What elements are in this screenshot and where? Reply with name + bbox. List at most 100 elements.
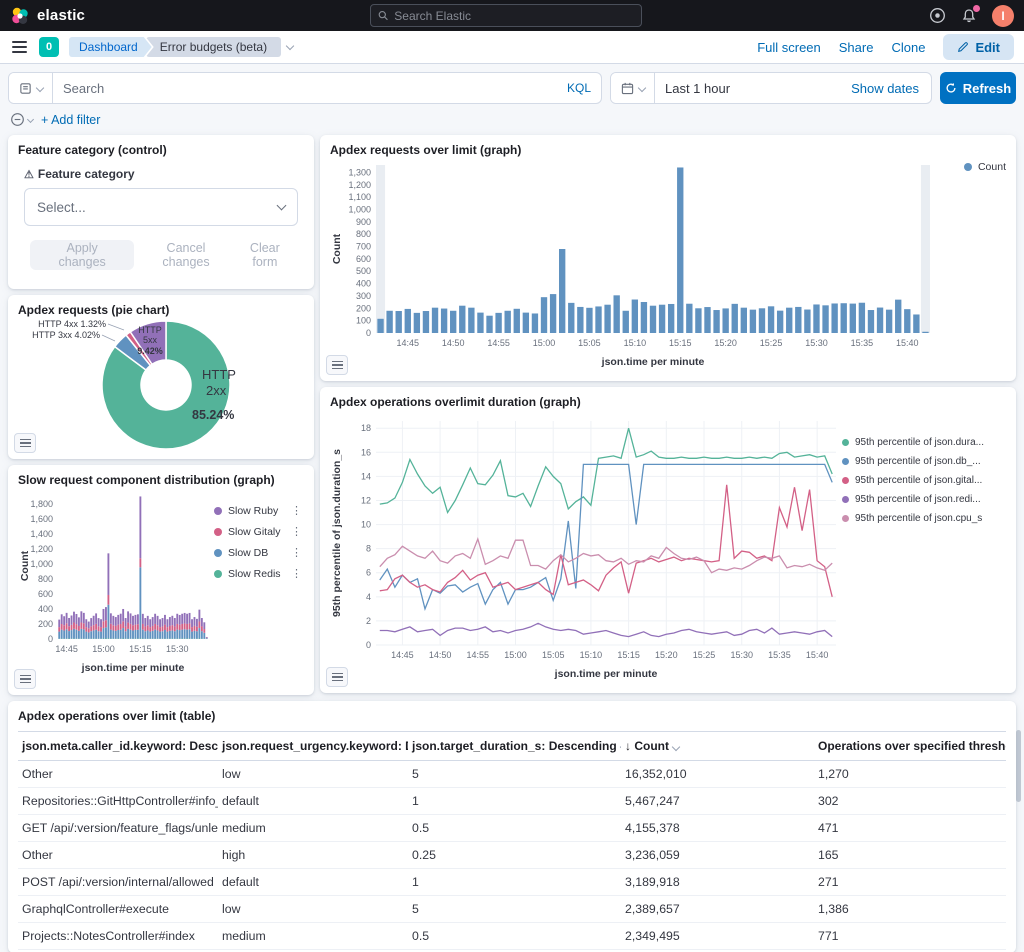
page-scrollbar[interactable] [1016, 730, 1021, 802]
legend-item[interactable]: Slow Redis⋮ [214, 568, 302, 580]
stacked-bar-segment [174, 618, 176, 626]
table-column-header[interactable]: json.request_urgency.keyword: Des... [218, 732, 408, 761]
legend-toggle-button[interactable] [14, 669, 36, 689]
bar [695, 308, 701, 333]
bar [595, 306, 601, 333]
table-cell: default [218, 788, 408, 815]
count-legend[interactable]: Count [964, 161, 1006, 173]
time-range-value[interactable]: Last 1 hour [655, 81, 839, 96]
legend-label: Slow DB [228, 547, 268, 559]
cancel-changes-button[interactable]: Cancel changes [144, 241, 227, 269]
table-row[interactable]: GET /api/:version/feature_flags/unleash.… [18, 815, 1006, 842]
saved-query-menu-button[interactable] [9, 73, 53, 103]
deployment-icon[interactable] [928, 7, 946, 25]
table-column-header[interactable]: ↓ Count [621, 732, 814, 761]
bar [586, 308, 592, 333]
legend-item[interactable]: 95th percentile of json.gital... [842, 475, 1006, 486]
stacked-bar-segment [103, 621, 105, 628]
breadcrumb-dashboard[interactable]: Dashboard [69, 37, 152, 57]
full-screen-button[interactable]: Full screen [757, 40, 821, 55]
legend-dot [842, 439, 849, 446]
stacked-bar-segment [198, 621, 200, 628]
legend-item[interactable]: 95th percentile of json.db_... [842, 456, 1006, 467]
bar [741, 308, 747, 333]
stacked-bar-segment [164, 615, 166, 625]
filter-bar: + Add filter [0, 104, 1024, 129]
elastic-logo[interactable]: elastic [10, 6, 85, 26]
query-search-input[interactable] [53, 81, 557, 96]
menu-hamburger-icon[interactable] [10, 39, 29, 55]
add-filter-button[interactable]: + Add filter [41, 113, 100, 127]
table-row[interactable]: Repositories::GitHttpController#info_ref… [18, 788, 1006, 815]
feature-category-select[interactable]: Select... [24, 188, 298, 226]
chevron-down-icon[interactable] [286, 41, 294, 49]
legend-item[interactable]: Slow Gitaly⋮ [214, 526, 302, 538]
bar [514, 309, 520, 333]
table-column-header[interactable]: json.meta.caller_id.keyword: Desce... [18, 732, 218, 761]
stacked-bar-segment [191, 619, 193, 627]
legend-toggle-button[interactable] [326, 667, 348, 687]
chevron-down-icon[interactable] [619, 743, 621, 751]
legend-toggle-button[interactable] [14, 433, 36, 453]
line-series [380, 464, 832, 609]
legend-item[interactable]: 95th percentile of json.dura... [842, 437, 1006, 448]
edit-button[interactable]: Edit [943, 34, 1014, 60]
user-avatar[interactable]: I [992, 5, 1014, 27]
chevron-down-icon[interactable] [672, 743, 680, 751]
bar [677, 167, 683, 333]
legend-item[interactable]: Slow DB ⋮ [214, 547, 302, 559]
stacked-bar-segment [122, 628, 124, 638]
svg-text:15:30: 15:30 [166, 644, 189, 654]
space-badge[interactable]: 0 [39, 37, 59, 57]
line-series [380, 485, 832, 597]
table-row[interactable]: Projects::NotesController#indexmedium0.5… [18, 923, 1006, 950]
table-cell: 0.5 [408, 815, 621, 842]
bar [777, 311, 783, 333]
notifications-bell-icon[interactable] [960, 7, 978, 25]
legend-item[interactable]: Slow Ruby⋮ [214, 505, 302, 517]
clear-form-button[interactable]: Clear form [238, 241, 292, 269]
table-column-header[interactable]: Operations over specified threshold... [814, 732, 1006, 761]
legend-item-menu-icon[interactable]: ⋮ [291, 506, 302, 517]
stacked-bar-segment [171, 616, 173, 625]
panel-title: Apdex requests (pie chart) [18, 303, 304, 317]
clone-button[interactable]: Clone [891, 40, 925, 55]
filters-menu-button[interactable] [10, 112, 33, 127]
svg-text:85.24%: 85.24% [192, 408, 234, 422]
table-column-header[interactable]: json.target_duration_s: Descending [408, 732, 621, 761]
apdex-table-panel: Apdex operations over limit (table) json… [8, 701, 1016, 952]
stacked-bar-segment [98, 631, 100, 638]
legend-item-menu-icon[interactable]: ⋮ [291, 527, 302, 538]
legend-item-menu-icon[interactable]: ⋮ [291, 569, 302, 580]
svg-text:15:20: 15:20 [714, 338, 737, 348]
bar [459, 306, 465, 333]
table-row[interactable]: POST /api/:version/internal/alloweddefau… [18, 869, 1006, 896]
svg-text:14:55: 14:55 [487, 338, 510, 348]
stacked-bar-segment [157, 616, 159, 625]
bar [822, 305, 828, 333]
apply-changes-button[interactable]: Apply changes [30, 240, 134, 270]
legend-toggle-button[interactable] [326, 355, 348, 375]
stacked-bar-segment [103, 609, 105, 621]
show-dates-button[interactable]: Show dates [839, 81, 931, 96]
global-search-input[interactable] [394, 9, 634, 23]
table-row[interactable]: Otherhigh0.253,236,059165 [18, 842, 1006, 869]
svg-text:14:45: 14:45 [397, 338, 420, 348]
query-language-badge[interactable]: KQL [557, 81, 601, 95]
legend-item-menu-icon[interactable]: ⋮ [291, 548, 302, 559]
global-search[interactable] [370, 4, 642, 27]
svg-text:HTTP: HTTP [202, 367, 236, 382]
stacked-bar-segment [139, 496, 141, 558]
bar [604, 305, 610, 333]
legend-item[interactable]: 95th percentile of json.redi... [842, 494, 1006, 505]
legend-item[interactable]: 95th percentile of json.cpu_s [842, 513, 1006, 524]
svg-text:14:55: 14:55 [467, 650, 490, 660]
calendar-menu-button[interactable] [611, 73, 655, 103]
stacked-bar-segment [78, 617, 80, 626]
stacked-bar-segment [174, 626, 176, 631]
refresh-button[interactable]: Refresh [940, 72, 1016, 104]
table-row[interactable]: GraphqlController#executelow52,389,6571,… [18, 896, 1006, 923]
share-button[interactable]: Share [839, 40, 874, 55]
svg-text:14: 14 [361, 471, 371, 481]
table-row[interactable]: Otherlow516,352,0101,270 [18, 761, 1006, 788]
